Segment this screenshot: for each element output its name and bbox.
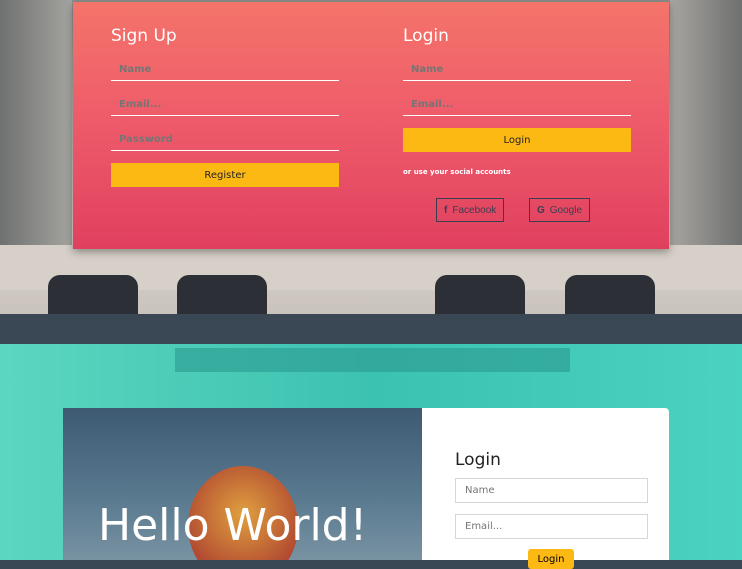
login-card-button[interactable]: Login [528,549,574,569]
facebook-button[interactable]: f Facebook [436,198,505,222]
register-button[interactable]: Register [111,163,339,187]
hero-login-section: Hello World! Login [0,344,742,560]
signup-title: Sign Up [111,26,177,46]
background-chair [177,275,267,314]
background-chair [565,275,655,314]
signup-login-section: Sign Up Register Login Login or use your… [0,0,742,314]
background-wall [0,0,72,250]
login-card: Login [422,408,669,560]
facebook-icon: f [444,204,448,216]
login-card-name-input[interactable] [455,478,648,503]
hero-image: Hello World! [63,408,422,560]
background-beam [175,348,570,372]
login-card-title: Login [455,450,501,470]
background-chair [435,275,525,314]
hero-title: Hello World! [98,500,368,551]
signup-form: Sign Up Register [111,26,339,187]
google-button[interactable]: G Google [529,198,591,222]
signup-password-input[interactable] [111,128,339,151]
login-card-email-input[interactable] [455,514,648,539]
signup-name-input[interactable] [111,58,339,81]
social-note: or use your social accounts [403,168,511,176]
signup-email-input[interactable] [111,93,339,116]
login-button[interactable]: Login [403,128,631,152]
google-label: Google [549,204,583,216]
login-email-input[interactable] [403,93,631,116]
login-title: Login [403,26,449,46]
login-name-input[interactable] [403,58,631,81]
background-chair [48,275,138,314]
login-form: Login Login or use your social accounts [403,26,631,176]
auth-card: Sign Up Register Login Login or use your… [73,2,669,249]
google-icon: G [537,204,545,216]
background-wall [670,0,742,250]
facebook-label: Facebook [452,204,497,216]
